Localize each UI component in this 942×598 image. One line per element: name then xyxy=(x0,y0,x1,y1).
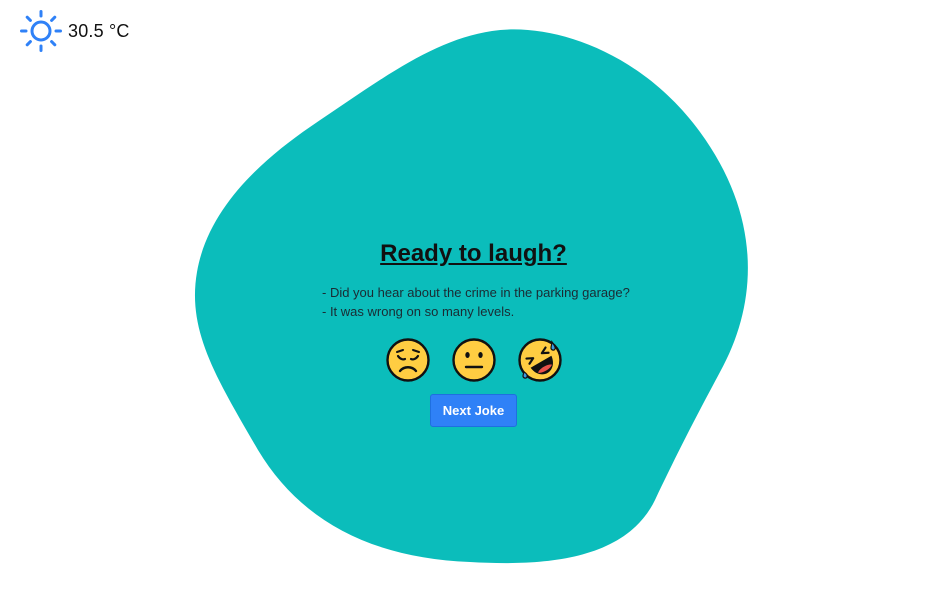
rolling-on-floor-laughing-icon[interactable] xyxy=(517,338,562,382)
joke-punchline: - It was wrong on so many levels. xyxy=(322,304,515,319)
button-row: Next Joke xyxy=(296,394,651,427)
joke-card: Ready to laugh? - Did you hear about the… xyxy=(296,236,651,427)
weather-widget: 30.5 °C xyxy=(20,10,130,52)
neutral-face-icon[interactable] xyxy=(451,338,496,382)
sun-icon xyxy=(20,10,62,52)
next-joke-button[interactable]: Next Joke xyxy=(430,394,517,427)
temperature-readout: 30.5 °C xyxy=(68,20,130,41)
reaction-row xyxy=(296,338,651,382)
disappointed-face-icon[interactable] xyxy=(385,338,430,382)
page: 30.5 °C Ready to laugh? - Did you hear a… xyxy=(0,0,942,598)
card-title: Ready to laugh? xyxy=(380,240,567,267)
joke-text: - Did you hear about the crime in the pa… xyxy=(296,283,651,321)
joke-setup: - Did you hear about the crime in the pa… xyxy=(322,285,630,300)
